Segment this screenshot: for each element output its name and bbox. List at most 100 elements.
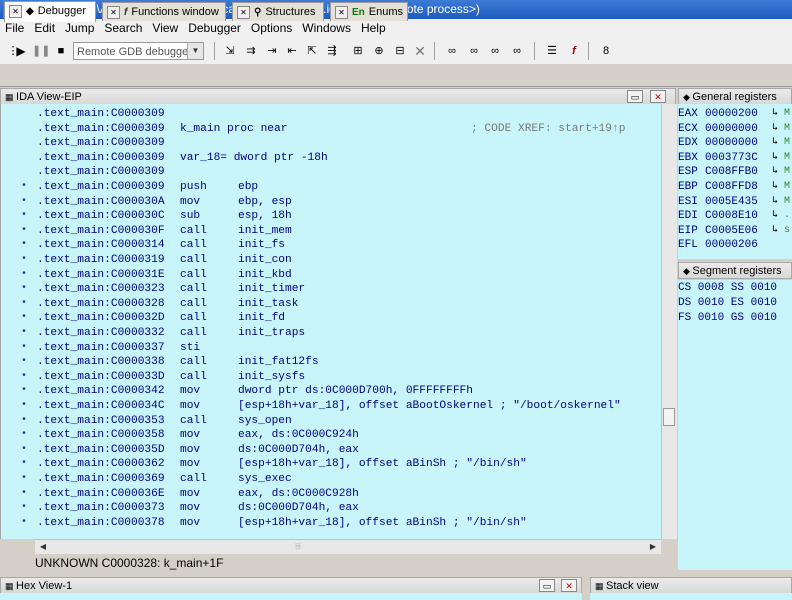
disassembly-line[interactable]: • .text_main:C000035D mov ds:0C000D704h, ea… [1, 443, 661, 458]
disassembly-line[interactable]: • .text_main:C000034C mov [esp+18h+var_18],… [1, 399, 661, 414]
disassembly-line[interactable]: • .text_main:C0000358 mov eax, ds:0C000C924… [1, 428, 661, 443]
jump-arrow-icon[interactable]: ↳ [772, 209, 778, 224]
disassembly-line[interactable]: • .text_main:C0000373 mov ds:0C000D704h, ea… [1, 501, 661, 516]
disassembly-line[interactable]: • .text_main:C0000369 call sys_exec [1, 472, 661, 487]
jump-arrow-icon[interactable]: ↳ [772, 122, 778, 137]
run-to-cursor-button[interactable]: ⇥ [263, 42, 281, 60]
disassembly-line[interactable]: • .text_main:C0000323 call init_timer [1, 282, 661, 297]
horizontal-scrollbar[interactable]: ◀ ⦙⦙⦙ ▶ [35, 539, 661, 554]
register-hint: M [784, 122, 791, 134]
watch-list-icon[interactable]: ∞ [508, 42, 526, 60]
line-address: .text_main:C000035D [37, 443, 165, 456]
disassembly-line[interactable]: • .text_main:C0000338 call init_fat12fs [1, 355, 661, 370]
disassembly-line[interactable]: • .text_main:C000030A mov ebp, esp [1, 195, 661, 210]
disassembly-line[interactable]: .text_main:C0000309 [1, 107, 661, 122]
disassembly-line[interactable]: • .text_main:C000032D call init_fd [1, 311, 661, 326]
restore-button[interactable]: ▭ [627, 90, 643, 103]
jump-arrow-icon[interactable]: ↳ [772, 165, 778, 180]
function-icon[interactable]: f [565, 42, 583, 60]
register-row[interactable]: EBP C008FFD8 ↳ M [678, 180, 792, 195]
close-icon[interactable]: ✕ [237, 5, 250, 19]
disassembly-line[interactable]: • .text_main:C000031E call init_kbd [1, 268, 661, 283]
line-address: .text_main:C0000309 [37, 137, 165, 150]
register-row[interactable]: EIP C0005E06 ↳ s [678, 224, 792, 239]
jump-arrow-icon[interactable]: ↳ [772, 180, 778, 195]
register-row[interactable]: EDX 00000000 ↳ M [678, 136, 792, 151]
scroll-left-icon[interactable]: ◀ [37, 541, 49, 553]
scroll-grip-icon[interactable]: ⦙⦙⦙ [291, 541, 305, 552]
jump-arrow-icon[interactable]: ↳ [772, 151, 778, 166]
disassembly-line[interactable]: • .text_main:C0000328 call init_task [1, 297, 661, 312]
disassembly-line[interactable]: .text_main:C0000309 k_main proc near ; COD… [1, 122, 661, 137]
close-icon[interactable]: ✕ [9, 4, 22, 18]
add-breakpoint-button[interactable]: ⊕ [370, 42, 388, 60]
step-into-button[interactable]: ⇲ [221, 42, 239, 60]
register-row[interactable]: EDI C0008E10 ↳. [678, 209, 792, 224]
disassembly-line[interactable]: • .text_main:C0000362 mov [esp+18h+var_18],… [1, 457, 661, 472]
disassembly-line[interactable]: • .text_main:C0000309 push ebp [1, 180, 661, 195]
tab-structures[interactable]: ✕ ⚲ Structures [232, 2, 324, 21]
scroll-thumb[interactable] [663, 408, 675, 426]
disassembly-line[interactable]: • .text_main:C000036E mov eax, ds:0C000C928… [1, 487, 661, 502]
disassembly-line[interactable]: .text_main:C0000309 var_18= dword ptr -18… [1, 151, 661, 166]
tab-debugger[interactable]: ✕ ◆ Debugger [4, 1, 96, 22]
delete-breakpoint-button[interactable]: ✕ [411, 42, 429, 60]
jump-arrow-icon[interactable]: ↳ [772, 224, 778, 239]
disassembly-line[interactable]: .text_main:C0000309 [1, 165, 661, 180]
line-address: .text_main:C0000362 [37, 458, 165, 471]
stack-view-content[interactable] [590, 593, 792, 600]
jump-arrow-icon[interactable]: ↳ [772, 136, 778, 151]
xrefs-icon[interactable]: 8 [597, 42, 615, 60]
step-over-button[interactable]: ⇉ [242, 42, 260, 60]
terminate-process-button[interactable]: ■ [52, 42, 70, 60]
close-button[interactable]: ✕ [650, 90, 666, 103]
close-icon[interactable]: ✕ [107, 5, 120, 19]
jump-arrow-icon[interactable]: ↳ [772, 195, 778, 210]
hex-view-content[interactable] [0, 593, 582, 600]
jump-arrow-icon[interactable]: ↳ [772, 107, 778, 122]
disassembly-line[interactable]: • .text_main:C000033D call init_sysfs [1, 370, 661, 385]
tab-functions-window[interactable]: ✕ f Functions window [102, 2, 226, 21]
register-row[interactable]: EFL 00000206 [678, 238, 792, 253]
restore-button[interactable]: ▭ [539, 579, 555, 592]
watch-icon[interactable]: ∞ [443, 42, 461, 60]
debugger-select[interactable]: Remote GDB debugger ▼ [73, 42, 204, 60]
list-icon[interactable]: ☰ [543, 42, 561, 60]
register-row[interactable]: ECX 00000000 ↳ M [678, 122, 792, 137]
delete-watch-icon[interactable]: ∞ [486, 42, 504, 60]
disassembly-line[interactable]: • .text_main:C0000319 call init_con [1, 253, 661, 268]
register-row[interactable]: EBX 0003773C ↳ M [678, 151, 792, 166]
pause-process-button[interactable]: ❚❚ [32, 42, 50, 60]
disassembly-line[interactable]: • .text_main:C000030F call init_mem [1, 224, 661, 239]
close-icon[interactable]: ✕ [335, 5, 348, 19]
register-value: 00000000 [705, 122, 758, 135]
disassembly-line[interactable]: • .text_main:C0000332 call init_traps [1, 326, 661, 341]
disassembly-line[interactable]: • .text_main:C0000342 mov dword ptr ds:0C00… [1, 384, 661, 399]
disassembly-view[interactable]: .text_main:C0000309 .text_main:C0000309 k_… [0, 104, 662, 539]
line-operands: ds:0C000D704h, eax [238, 502, 359, 515]
disassembly-line[interactable]: • .text_main:C000030C sub esp, 18h [1, 209, 661, 224]
run-until-return-button[interactable]: ⇤ [283, 42, 301, 60]
tab-label: Structures [265, 6, 316, 18]
trace-button[interactable]: ⇶ [323, 42, 341, 60]
vertical-scrollbar[interactable] [661, 104, 677, 539]
disassembly-line[interactable]: • .text_main:C0000314 call init_fs [1, 238, 661, 253]
breakpoint-button[interactable]: ⊞ [349, 42, 367, 60]
start-process-button[interactable]: ▶ [12, 42, 30, 60]
register-row[interactable]: ESI 0005E435 ↳ M [678, 195, 792, 210]
disassembly-line[interactable]: .text_main:C0000309 [1, 136, 661, 151]
tab-enums[interactable]: ✕ En Enums [330, 2, 408, 21]
step-out-button[interactable]: ⇱ [303, 42, 321, 60]
disassembly-line[interactable]: • .text_main:C0000353 call sys_open [1, 414, 661, 429]
disassembly-line[interactable]: • .text_main:C0000337 sti [1, 341, 661, 356]
disassembly-line[interactable]: • .text_main:C0000378 mov [esp+18h+var_18],… [1, 516, 661, 531]
register-row[interactable]: EAX 00000200 ↳ M [678, 107, 792, 122]
segment-registers-panel: CS 0008 SS 0010 DS 0010 ES 0010 FS 0010 GS… [678, 280, 792, 570]
line-mnemonic: call [180, 414, 207, 427]
edit-breakpoint-button[interactable]: ⊟ [391, 42, 409, 60]
line-operands: dword ptr ds:0C000D700h, 0FFFFFFFFh [238, 385, 473, 398]
scroll-right-icon[interactable]: ▶ [647, 541, 659, 553]
close-button[interactable]: ✕ [561, 579, 577, 592]
register-row[interactable]: ESP C008FFB0 ↳ M [678, 165, 792, 180]
add-watch-icon[interactable]: ∞ [465, 42, 483, 60]
